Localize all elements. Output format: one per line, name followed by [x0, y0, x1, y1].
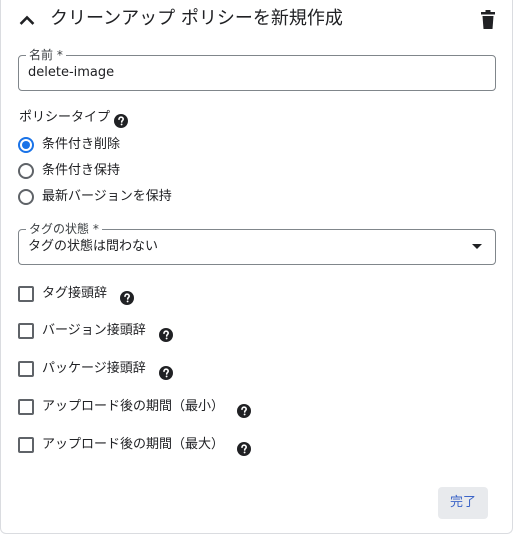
panel-title: クリーンアップ ポリシーを新規作成 [50, 8, 343, 29]
done-button[interactable]: 完了 [438, 487, 488, 519]
radio-conditional-keep[interactable] [18, 163, 34, 179]
chevron-up-icon [19, 15, 35, 25]
checkbox-min-age[interactable] [18, 399, 34, 415]
checkbox-tag-prefix[interactable] [18, 286, 34, 302]
help-button-max-age[interactable] [237, 438, 251, 457]
radio-label-conditional-delete: 条件付き削除 [42, 137, 121, 152]
help-button-package-prefix[interactable] [159, 362, 173, 381]
collapse-button[interactable] [15, 8, 39, 32]
radio-label-conditional-keep: 条件付き保持 [42, 163, 121, 178]
help-button-version-prefix[interactable] [159, 324, 173, 343]
dropdown-arrow-icon [472, 244, 482, 249]
help-icon [114, 113, 128, 128]
policy-type-label: ポリシータイプ [19, 110, 111, 125]
radio-label-keep-latest: 最新バージョンを保持 [42, 189, 172, 204]
policy-type-help-button[interactable] [114, 110, 128, 129]
help-icon [237, 403, 251, 418]
trash-icon [481, 10, 495, 29]
tag-state-value: タグの状態は問わない [28, 239, 159, 254]
tag-state-label: タグの状態 * [26, 221, 102, 237]
checkbox-version-prefix[interactable] [18, 323, 34, 339]
tag-state-select[interactable]: タグの状態 * タグの状態は問わない [18, 221, 496, 265]
checkbox-max-age[interactable] [18, 437, 34, 453]
label-package-prefix: パッケージ接頭辞 [42, 361, 146, 376]
panel-header: クリーンアップ ポリシーを新規作成 [1, 0, 513, 40]
name-field-value[interactable]: delete-image [28, 65, 114, 81]
cleanup-policy-panel: クリーンアップ ポリシーを新規作成 名前 * delete-image ポリシー… [0, 0, 513, 534]
delete-policy-button[interactable] [478, 9, 498, 31]
name-field[interactable]: 名前 * delete-image [18, 47, 496, 91]
help-icon [159, 327, 173, 342]
label-max-age: アップロード後の期間（最大） [42, 437, 225, 452]
label-min-age: アップロード後の期間（最小） [42, 399, 225, 414]
help-button-min-age[interactable] [237, 400, 251, 419]
label-version-prefix: バージョン接頭辞 [42, 323, 146, 338]
name-field-label: 名前 * [26, 47, 66, 63]
help-icon [120, 290, 134, 305]
radio-conditional-delete[interactable] [18, 137, 34, 153]
label-tag-prefix: タグ接頭辞 [42, 286, 108, 301]
radio-keep-latest[interactable] [18, 189, 34, 205]
checkbox-package-prefix[interactable] [18, 361, 34, 377]
help-icon [237, 441, 251, 456]
help-icon [159, 365, 173, 380]
help-button-tag-prefix[interactable] [120, 287, 134, 306]
